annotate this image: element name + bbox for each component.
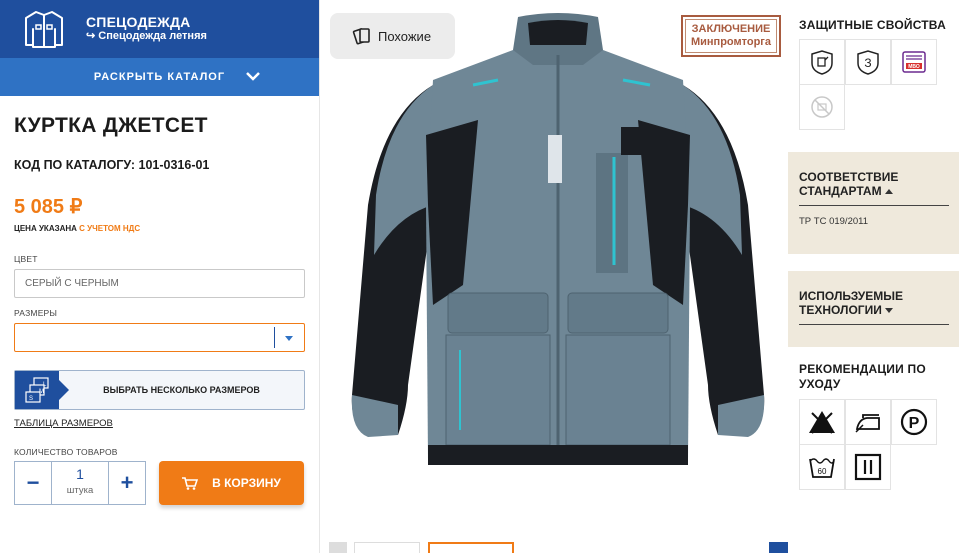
breadcrumb-subcategory[interactable]: ↪ Спецодежда летняя: [86, 30, 207, 43]
catalog-code: КОД ПО КАТАЛОГУ: 101-0316-01: [14, 158, 210, 172]
add-to-cart-button[interactable]: В КОРЗИНУ: [159, 461, 304, 505]
quantity-value: 1: [76, 466, 84, 482]
caret-up-icon: [884, 189, 893, 195]
product-image[interactable]: [338, 5, 778, 475]
antistatic-disabled-icon[interactable]: [799, 84, 845, 130]
thumbnail-strip: [329, 542, 789, 553]
similar-cards-icon: [352, 28, 370, 45]
color-field-text: СЕРЫЙ С ЧЕРНЫМ: [25, 278, 119, 289]
size-stack-icon: L M S: [25, 377, 49, 403]
similar-products-button[interactable]: Похожие: [330, 13, 455, 59]
category-header[interactable]: СПЕЦОДЕЖДА ↪ Спецодежда летняя: [0, 0, 319, 58]
sizes-label: РАЗМЕРЫ: [14, 308, 58, 318]
product-properties: ЗАЩИТНЫЕ СВОЙСТВА З МВО СООТВЕТСТВИЕ СТА…: [788, 0, 959, 553]
care-icon-text-p: P: [909, 415, 920, 432]
similar-products-label: Похожие: [378, 28, 432, 44]
vat-prefix: ЦЕНА УКАЗАНА: [14, 224, 77, 233]
return-arrow-icon: ↪: [86, 30, 96, 42]
standards-section[interactable]: СООТВЕТСТВИЕ СТАНДАРТАМ ТР ТС 019/2011: [788, 152, 959, 254]
minpromtorg-stamp: ЗАКЛЮЧЕНИЕ Минпромторга: [681, 15, 781, 57]
add-to-cart-label: В КОРЗИНУ: [212, 476, 281, 490]
sizes-select[interactable]: [14, 323, 305, 352]
size-letter-s: S: [29, 396, 33, 402]
product-title: КУРТКА ДЖЕТСЕТ: [14, 114, 208, 137]
decrease-quantity-button[interactable]: −: [15, 462, 51, 504]
stamp-line-1: ЗАКЛЮЧЕНИЕ: [691, 23, 771, 35]
multi-size-label: ВЫБРАТЬ НЕСКОЛЬКО РАЗМЕРОВ: [59, 385, 304, 395]
quantity-unit: штука: [66, 485, 94, 496]
quantity-input[interactable]: 1 штука: [51, 462, 109, 504]
thumbnail-item-active[interactable]: [428, 542, 514, 553]
thumbnail-item[interactable]: [354, 542, 420, 553]
breadcrumb-category[interactable]: СПЕЦОДЕЖДА: [86, 15, 207, 30]
number-3-icon[interactable]: З: [845, 39, 891, 85]
standards-divider: [799, 205, 949, 206]
expand-catalog-button[interactable]: РАСКРЫТЬ КАТАЛОГ: [0, 58, 319, 96]
multi-size-label-bold: ВЫБРАТЬ: [103, 385, 149, 395]
care-icon-text-wash: 60: [818, 467, 827, 476]
select-multiple-sizes-button[interactable]: L M S ВЫБРАТЬ НЕСКОЛЬКО РАЗМЕРОВ: [14, 370, 305, 410]
cart-icon: [182, 476, 199, 490]
color-field[interactable]: СЕРЫЙ С ЧЕРНЫМ: [14, 269, 305, 298]
quantity-stepper: − 1 штука +: [14, 461, 146, 505]
increase-quantity-button[interactable]: +: [109, 462, 145, 504]
standards-title-text: СООТВЕТСТВИЕ СТАНДАРТАМ: [799, 170, 899, 198]
technologies-title: ИСПОЛЬЗУЕМЫЕ ТЕХНОЛОГИИ: [799, 289, 949, 317]
caret-down-icon: [884, 308, 893, 314]
protection-icons: З МВО: [799, 39, 959, 130]
iron-icon[interactable]: [845, 399, 891, 445]
product-price: 5 085 ₽: [14, 196, 83, 218]
size-table-link[interactable]: ТАБЛИЦА РАЗМЕРОВ: [14, 418, 113, 429]
stamp-line-2: Минпромторга: [690, 36, 772, 48]
protection-icon-text-mvo: МВО: [908, 64, 920, 70]
tumble-dry-lines-icon[interactable]: [845, 444, 891, 490]
wash-60-icon[interactable]: 60: [799, 444, 845, 490]
chevron-down-icon: [246, 72, 260, 81]
thumbnail-scroll-right[interactable]: [769, 542, 789, 553]
product-sidebar: СПЕЦОДЕЖДА ↪ Спецодежда летняя РАСКРЫТЬ …: [0, 0, 320, 553]
mvo-icon[interactable]: МВО: [891, 39, 937, 85]
standards-value: ТР ТС 019/2011: [799, 216, 869, 227]
sizes-badge-icon: L M S: [15, 371, 69, 409]
technologies-section[interactable]: ИСПОЛЬЗУЕМЫЕ ТЕХНОЛОГИИ: [788, 271, 959, 347]
product-gallery: Похожие ЗАКЛЮЧЕНИЕ Минпромторга: [320, 0, 789, 553]
vat-note: ЦЕНА УКАЗАНА С УЧЕТОМ НДС: [14, 224, 305, 233]
jacket-category-icon: [25, 11, 63, 48]
technologies-divider: [799, 324, 949, 325]
thumbnail-scroll-left[interactable]: [329, 542, 347, 553]
multi-size-label-rest: НЕСКОЛЬКО РАЗМЕРОВ: [148, 385, 260, 395]
size-letter-m: M: [39, 389, 44, 395]
select-divider: [274, 327, 275, 348]
oil-resistant-icon[interactable]: [799, 39, 845, 85]
quantity-label: КОЛИЧЕСТВО ТОВАРОВ: [14, 447, 118, 457]
vat-link[interactable]: С УЧЕТОМ НДС: [79, 224, 140, 233]
care-title: РЕКОМЕНДАЦИИ ПО УХОДУ: [799, 362, 926, 391]
size-letter-l: L: [43, 382, 47, 388]
dropdown-arrow-icon[interactable]: [285, 336, 293, 341]
protection-title: ЗАЩИТНЫЕ СВОЙСТВА: [799, 18, 946, 32]
no-bleach-icon[interactable]: [799, 399, 845, 445]
care-icons: P 60: [799, 399, 959, 490]
breadcrumb-subcategory-label: Спецодежда летняя: [98, 30, 207, 42]
protection-icon-text-3: З: [864, 56, 871, 70]
expand-catalog-label: РАСКРЫТЬ КАТАЛОГ: [93, 71, 226, 83]
dry-clean-p-icon[interactable]: P: [891, 399, 937, 445]
standards-title: СООТВЕТСТВИЕ СТАНДАРТАМ: [799, 170, 949, 198]
color-label: ЦВЕТ: [14, 254, 38, 264]
